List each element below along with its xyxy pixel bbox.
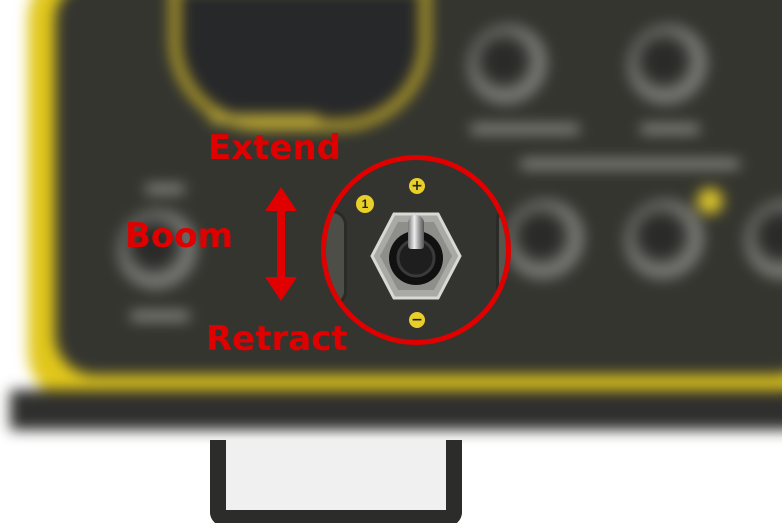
joystick-base <box>170 0 430 130</box>
blurred-label <box>520 160 740 168</box>
switch-number-badge: 1 <box>356 195 374 213</box>
blurred-label <box>470 125 580 133</box>
blurred-label <box>640 125 700 133</box>
boom-label: Boom <box>125 216 234 256</box>
knob-top-2 <box>628 25 708 105</box>
extend-label: Extend <box>208 128 342 168</box>
blurred-label <box>130 312 190 320</box>
minus-icon: − <box>409 312 425 328</box>
knob-mid-1 <box>505 200 585 280</box>
plus-icon: + <box>409 178 425 194</box>
retract-label: Retract <box>206 319 348 359</box>
photo-stage: 1 + − Extend Boom Retract <box>0 0 782 523</box>
knob-top-1 <box>468 25 548 105</box>
toggle-switch-inset: 1 + − <box>321 155 511 345</box>
controller-handle <box>210 440 462 523</box>
blurred-label <box>210 115 320 123</box>
toggle-lever <box>408 215 424 249</box>
knob-mid-2 <box>625 200 705 280</box>
blurred-label <box>145 185 185 193</box>
panel-lower-edge <box>10 390 782 430</box>
yellow-indicator <box>697 188 723 214</box>
double-headed-vertical-arrow-icon <box>265 187 297 301</box>
